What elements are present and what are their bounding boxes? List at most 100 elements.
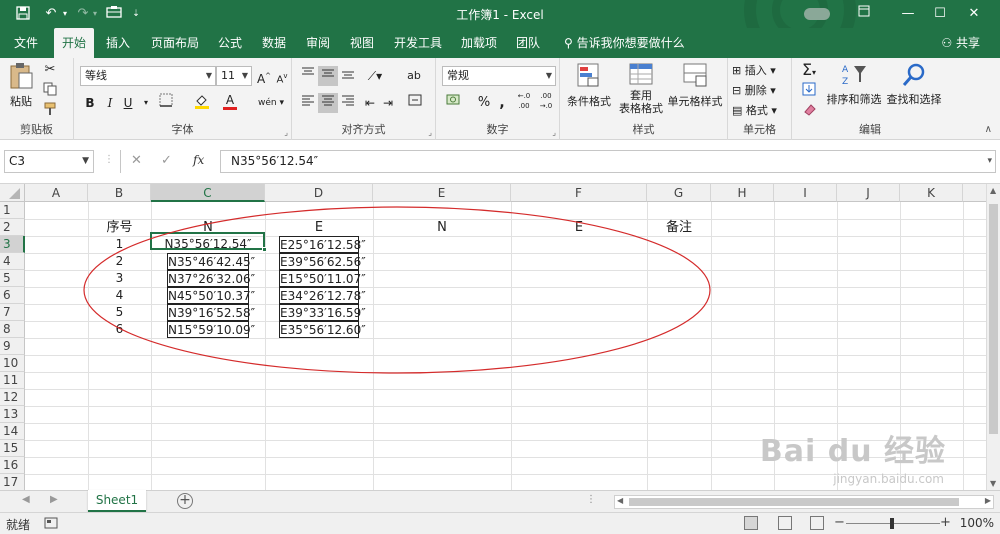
insert-function-icon[interactable]: fx bbox=[193, 153, 204, 167]
enter-icon[interactable]: ✓ bbox=[161, 153, 172, 168]
tab-file[interactable]: 文件 bbox=[6, 28, 46, 58]
accounting-format-icon[interactable] bbox=[442, 93, 468, 113]
table-row-cell-e[interactable]: E25°16′12.58″ bbox=[279, 236, 366, 253]
table-row-cell-no[interactable]: 3 bbox=[88, 270, 151, 287]
table-row-cell-e[interactable]: E15°50′11.07″ bbox=[279, 270, 366, 287]
table-row-cell-e[interactable]: E39°33′16.59″ bbox=[279, 304, 366, 321]
dialog-launcher-icon[interactable]: ⌟ bbox=[284, 128, 288, 137]
next-sheet-icon[interactable]: ▶ bbox=[50, 494, 58, 505]
delete-cells-button[interactable]: ⊟ 删除 ▾ bbox=[732, 82, 790, 98]
align-top-icon[interactable] bbox=[298, 66, 318, 86]
add-sheet-button[interactable]: + bbox=[177, 493, 193, 509]
increase-decimal-button[interactable]: ←.0 .00 bbox=[514, 91, 534, 111]
column-header-k[interactable]: K bbox=[900, 184, 963, 202]
copy-icon[interactable] bbox=[42, 82, 58, 99]
format-painter-icon[interactable] bbox=[42, 102, 58, 119]
table-row-cell-no[interactable]: 5 bbox=[88, 304, 151, 321]
zoom-slider-thumb[interactable] bbox=[890, 518, 894, 529]
underline-button[interactable]: U bbox=[118, 93, 138, 113]
table-row-cell-no[interactable]: 6 bbox=[88, 321, 151, 338]
decrease-decimal-button[interactable]: .00 →.0 bbox=[536, 91, 556, 111]
row-header-13[interactable]: 13 bbox=[0, 406, 25, 423]
table-row-cell-n[interactable]: N37°26′32.06″ bbox=[167, 270, 255, 287]
column-header-i[interactable]: I bbox=[774, 184, 837, 202]
tab-split-grip[interactable]: ⋮ bbox=[586, 494, 596, 505]
decrease-indent-icon[interactable]: ⇤ bbox=[360, 93, 380, 113]
table-row-cell-e[interactable]: E35°56′12.60″ bbox=[279, 321, 366, 338]
row-header-1[interactable]: 1 bbox=[0, 202, 25, 219]
column-header-a[interactable]: A bbox=[25, 184, 88, 202]
select-all-corner[interactable] bbox=[0, 184, 25, 202]
maximize-icon[interactable]: ☐ bbox=[928, 4, 952, 24]
shrink-font-button[interactable]: Av bbox=[272, 66, 292, 86]
clear-icon[interactable] bbox=[796, 102, 822, 119]
column-header-d[interactable]: D bbox=[265, 184, 373, 202]
cell-f2[interactable]: E bbox=[511, 219, 647, 236]
row-header-14[interactable]: 14 bbox=[0, 423, 25, 440]
table-row-cell-no[interactable]: 2 bbox=[88, 253, 151, 270]
font-size-select[interactable]: 11 ▼ bbox=[216, 66, 252, 86]
tab-insert[interactable]: 插入 bbox=[100, 28, 136, 58]
column-header-h[interactable]: H bbox=[711, 184, 774, 202]
cell-d2[interactable]: E bbox=[265, 219, 373, 236]
sort-filter-button[interactable]: AZ 排序和筛选 bbox=[826, 62, 882, 107]
table-row-cell-no[interactable]: 1 bbox=[88, 236, 151, 253]
column-header-b[interactable]: B bbox=[88, 184, 151, 202]
bold-button[interactable]: B bbox=[80, 93, 100, 113]
formula-input[interactable]: N35°56′12.54″ bbox=[220, 150, 996, 173]
row-header-4[interactable]: 4 bbox=[0, 253, 25, 270]
column-header-j[interactable]: J bbox=[837, 184, 900, 202]
row-header-12[interactable]: 12 bbox=[0, 389, 25, 406]
cancel-icon[interactable]: ✕ bbox=[131, 153, 142, 168]
minimize-icon[interactable]: — bbox=[896, 4, 920, 24]
format-cells-button[interactable]: ▤ 格式 ▾ bbox=[732, 102, 790, 118]
scroll-right-icon[interactable]: ▶ bbox=[985, 496, 991, 505]
close-icon[interactable]: ✕ bbox=[962, 4, 986, 24]
table-row-cell-n[interactable]: N15°59′10.09″ bbox=[167, 321, 255, 338]
italic-button[interactable]: I bbox=[100, 93, 120, 113]
table-row-cell-e[interactable]: E34°26′12.78″ bbox=[279, 287, 366, 304]
align-center-icon[interactable] bbox=[318, 93, 338, 113]
merge-center-icon[interactable] bbox=[402, 93, 428, 113]
fill-color-icon[interactable] bbox=[192, 93, 212, 113]
vertical-scrollbar[interactable]: ▲ ▼ bbox=[986, 184, 1000, 490]
conditional-format-button[interactable]: 条件格式 bbox=[564, 62, 614, 109]
row-header-9[interactable]: 9 bbox=[0, 338, 25, 355]
font-name-select[interactable]: 等线 ▼ bbox=[80, 66, 216, 86]
row-header-8[interactable]: 8 bbox=[0, 321, 25, 338]
row-header-7[interactable]: 7 bbox=[0, 304, 25, 321]
insert-cells-button[interactable]: ⊞ 插入 ▾ bbox=[732, 62, 790, 78]
tab-team[interactable]: 团队 bbox=[510, 28, 546, 58]
table-row-cell-e[interactable]: E39°56′62.56″ bbox=[279, 253, 366, 270]
column-header-g[interactable]: G bbox=[647, 184, 711, 202]
page-layout-view-icon[interactable] bbox=[778, 516, 792, 530]
tab-view[interactable]: 视图 bbox=[344, 28, 380, 58]
expand-formula-icon[interactable]: ▾ bbox=[987, 156, 992, 166]
fill-icon[interactable] bbox=[796, 82, 822, 99]
tab-add-ins[interactable]: 加载项 bbox=[456, 28, 502, 58]
table-row-cell-n[interactable]: N45°50′10.37″ bbox=[167, 287, 255, 304]
phonetic-guide-button[interactable]: wén ▾ bbox=[258, 93, 284, 113]
ribbon-display-icon[interactable] bbox=[852, 4, 876, 24]
row-header-5[interactable]: 5 bbox=[0, 270, 25, 287]
vertical-scroll-thumb[interactable] bbox=[989, 204, 998, 434]
chevron-down-icon[interactable]: ▾ bbox=[136, 93, 156, 113]
zoom-in-icon[interactable]: + bbox=[940, 515, 951, 530]
align-bottom-icon[interactable] bbox=[338, 66, 358, 86]
tell-me-search[interactable]: ⚲ 告诉我你想要做什么 bbox=[564, 28, 685, 58]
dialog-launcher-icon[interactable]: ⌟ bbox=[428, 128, 432, 137]
macro-record-icon[interactable] bbox=[44, 516, 58, 533]
row-header-2[interactable]: 2 bbox=[0, 219, 25, 236]
scroll-left-icon[interactable]: ◀ bbox=[617, 496, 623, 505]
horizontal-scrollbar[interactable]: ◀ ▶ bbox=[614, 495, 994, 509]
cell-g2[interactable]: 备注 bbox=[647, 219, 711, 236]
table-row-cell-no[interactable]: 4 bbox=[88, 287, 151, 304]
cell-b2[interactable]: 序号 bbox=[88, 219, 151, 236]
orientation-icon[interactable]: ⟋▾ bbox=[362, 66, 388, 86]
row-header-16[interactable]: 16 bbox=[0, 457, 25, 474]
row-header-10[interactable]: 10 bbox=[0, 355, 25, 372]
tab-developer[interactable]: 开发工具 bbox=[390, 28, 446, 58]
paste-button[interactable]: 粘贴 bbox=[6, 62, 36, 109]
column-header-e[interactable]: E bbox=[373, 184, 511, 202]
tab-page-layout[interactable]: 页面布局 bbox=[146, 28, 204, 58]
